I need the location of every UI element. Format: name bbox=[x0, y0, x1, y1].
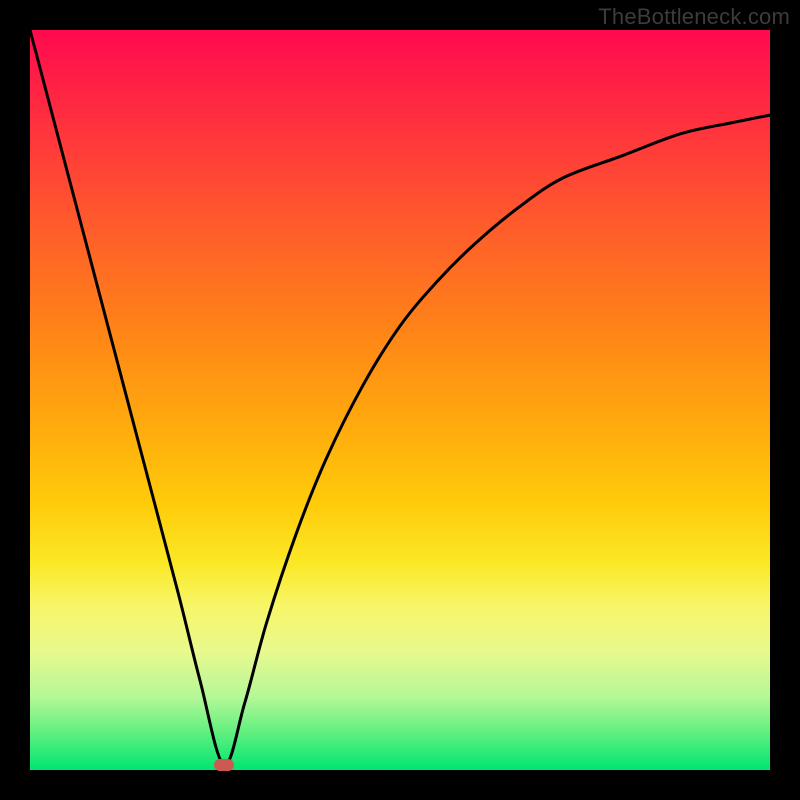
watermark-text: TheBottleneck.com bbox=[598, 4, 790, 30]
plot-area bbox=[30, 30, 770, 770]
minimum-marker bbox=[214, 759, 234, 771]
bottleneck-curve bbox=[30, 30, 770, 770]
chart-frame: TheBottleneck.com bbox=[0, 0, 800, 800]
